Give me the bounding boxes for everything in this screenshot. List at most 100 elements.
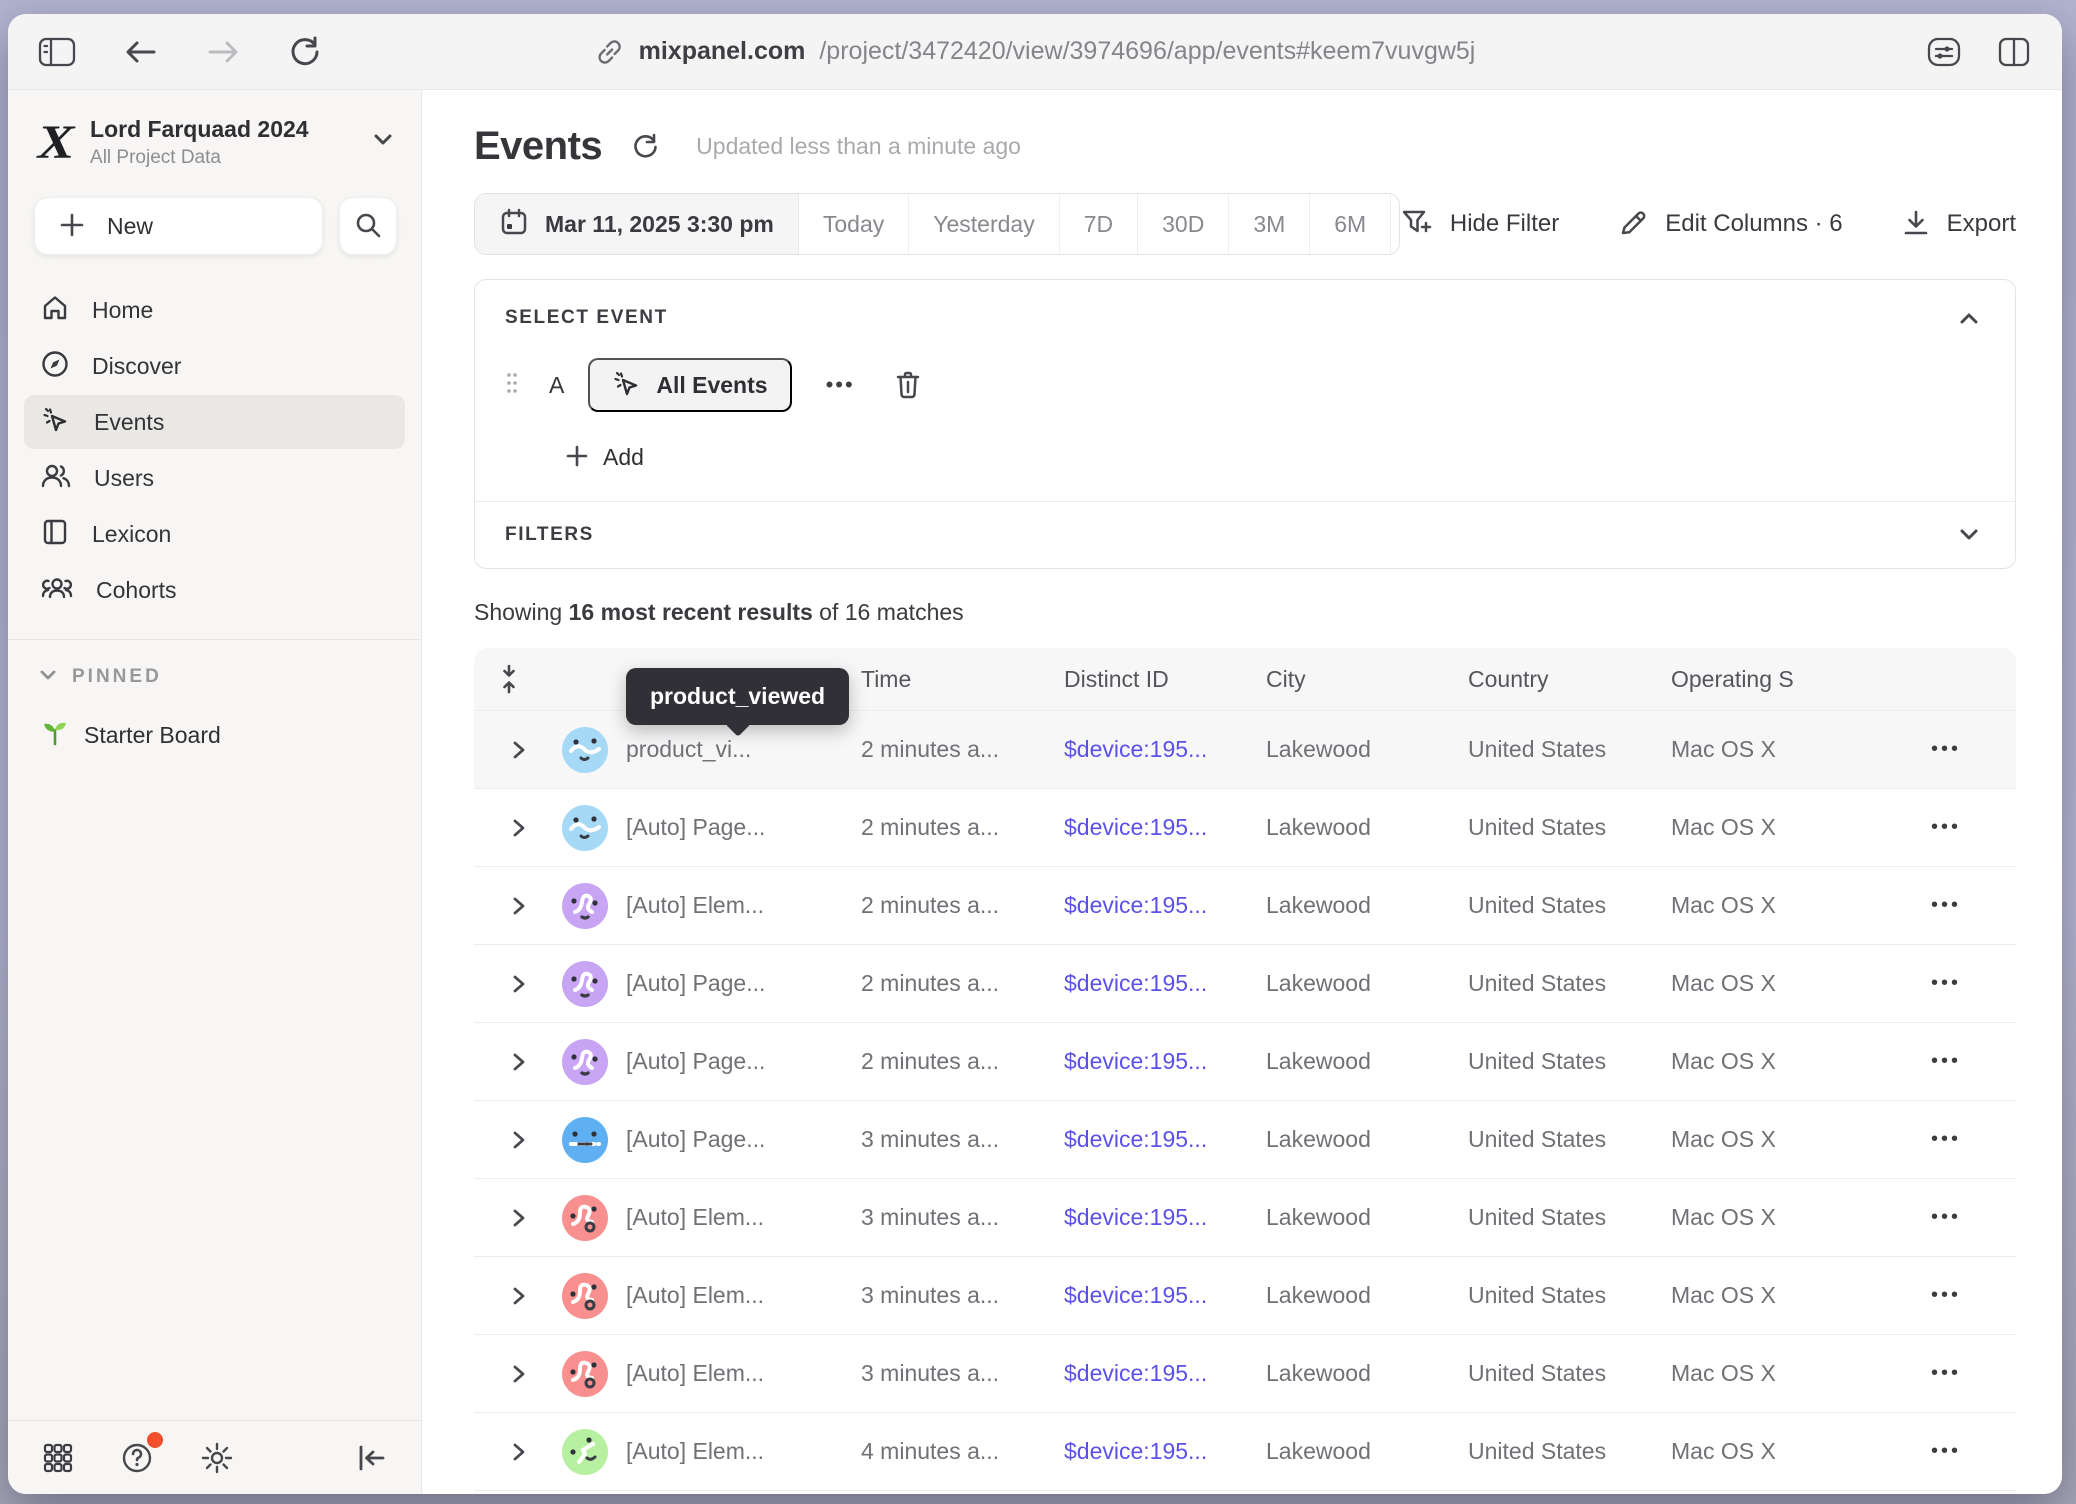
event-name-cell[interactable]: [Auto] Page... [626, 1126, 861, 1153]
distinct-id-link[interactable]: $device:195... [1064, 1048, 1266, 1075]
distinct-id-link[interactable]: $device:195... [1064, 736, 1266, 763]
table-row[interactable]: [Auto] Elem... 4 minutes a... $device:19… [474, 1412, 2016, 1490]
date-picker[interactable]: Mar 11, 2025 3:30 pm [475, 194, 799, 254]
split-view-icon[interactable] [1992, 32, 2036, 72]
sidebar-item-events[interactable]: Events [24, 395, 405, 449]
new-button[interactable]: New [34, 197, 323, 255]
table-row[interactable]: [Auto] Elem... 3 minutes a... $device:19… [474, 1334, 2016, 1412]
expand-row-chevron-icon[interactable] [474, 1440, 544, 1464]
collapse-sidebar-icon[interactable] [351, 1440, 391, 1476]
event-selector-chip[interactable]: All Events [588, 358, 791, 412]
column-header-country[interactable]: Country [1468, 666, 1671, 693]
search-button[interactable] [339, 197, 397, 255]
export-button[interactable]: Export [1901, 208, 2016, 241]
expand-row-chevron-icon[interactable] [474, 738, 544, 762]
row-more-options-icon[interactable]: ••• [1876, 1206, 2016, 1229]
table-row[interactable]: [Auto] Page... 2 minutes a... $device:19… [474, 788, 2016, 866]
preset-30d[interactable]: 30D [1138, 194, 1229, 254]
sidebar-item-lexicon[interactable]: Lexicon [24, 507, 405, 561]
drag-handle-icon[interactable] [505, 370, 519, 401]
distinct-id-link[interactable]: $device:195... [1064, 1204, 1266, 1231]
row-more-options-icon[interactable]: ••• [1876, 1440, 2016, 1463]
row-more-options-icon[interactable]: ••• [1876, 972, 2016, 995]
sidebar-item-home[interactable]: Home [24, 283, 405, 337]
filters-heading: FILTERS [505, 524, 594, 546]
expand-row-chevron-icon[interactable] [474, 1128, 544, 1152]
event-name-cell[interactable]: [Auto] Elem... [626, 1282, 861, 1309]
event-name-cell[interactable]: [Auto] Page... [626, 1048, 861, 1075]
event-name-cell[interactable]: [Auto] Elem... [626, 892, 861, 919]
apps-grid-icon[interactable] [38, 1438, 78, 1478]
project-switcher[interactable]: X Lord Farquaad 2024 All Project Data [8, 90, 421, 179]
hide-filter-button[interactable]: Hide Filter [1400, 207, 1559, 242]
preset-yesterday[interactable]: Yesterday [909, 194, 1059, 254]
clause-more-options-icon[interactable]: ••• [816, 372, 865, 398]
event-name-cell[interactable]: product_vi... [626, 736, 861, 763]
table-row[interactable]: ••• [474, 1490, 2016, 1494]
column-header-city[interactable]: City [1266, 666, 1468, 693]
distinct-id-link[interactable]: $device:195... [1064, 814, 1266, 841]
seedling-icon [40, 718, 70, 753]
forward-icon[interactable] [202, 34, 244, 70]
distinct-id-link[interactable]: $device:195... [1064, 1126, 1266, 1153]
event-name-cell[interactable]: [Auto] Elem... [626, 1360, 861, 1387]
sidebar-toggle-icon[interactable] [34, 32, 80, 72]
table-row[interactable]: [Auto] Page... 2 minutes a... $device:19… [474, 1022, 2016, 1100]
distinct-id-link[interactable]: $device:195... [1064, 1360, 1266, 1387]
expand-row-chevron-icon[interactable] [474, 1284, 544, 1308]
table-row[interactable]: [Auto] Elem... 3 minutes a... $device:19… [474, 1256, 2016, 1334]
reader-sliders-icon[interactable] [1922, 32, 1966, 72]
add-event-button[interactable]: Add [565, 444, 644, 471]
address-bar[interactable]: mixpanel.com/project/3472420/view/397469… [595, 37, 1476, 67]
table-row[interactable]: [Auto] Elem... 3 minutes a... $device:19… [474, 1178, 2016, 1256]
distinct-id-link[interactable]: $device:195... [1064, 1282, 1266, 1309]
collapse-section-chevron-up-icon[interactable] [1953, 306, 1985, 330]
row-more-options-icon[interactable]: ••• [1876, 1284, 2016, 1307]
row-more-options-icon[interactable]: ••• [1876, 894, 2016, 917]
distinct-id-link[interactable]: $device:195... [1064, 1438, 1266, 1465]
distinct-id-link[interactable]: $device:195... [1064, 892, 1266, 919]
table-row[interactable]: [Auto] Elem... 2 minutes a... $device:19… [474, 866, 2016, 944]
edit-columns-button[interactable]: Edit Columns · 6 [1617, 207, 1842, 242]
event-name-cell[interactable]: [Auto] Elem... [626, 1438, 861, 1465]
column-header-os[interactable]: Operating S [1671, 666, 1876, 693]
distinct-id-link[interactable]: $device:195... [1064, 970, 1266, 997]
city-cell: Lakewood [1266, 1438, 1468, 1465]
sidebar-item-users[interactable]: Users [24, 451, 405, 505]
trash-icon[interactable] [889, 365, 927, 405]
column-header-distinct-id[interactable]: Distinct ID [1064, 666, 1266, 693]
settings-gear-icon[interactable] [196, 1437, 238, 1479]
sidebar-item-cohorts[interactable]: Cohorts [24, 563, 405, 617]
row-more-options-icon[interactable]: ••• [1876, 816, 2016, 839]
table-row[interactable]: [Auto] Page... 2 minutes a... $device:19… [474, 944, 2016, 1022]
expand-section-chevron-down-icon[interactable] [1953, 523, 1985, 547]
row-more-options-icon[interactable]: ••• [1876, 1050, 2016, 1073]
preset-today[interactable]: Today [799, 194, 909, 254]
city-cell: Lakewood [1266, 1282, 1468, 1309]
expand-row-chevron-icon[interactable] [474, 972, 544, 996]
expand-row-chevron-icon[interactable] [474, 1206, 544, 1230]
preset-12m[interactable]: 12M [1391, 194, 1400, 254]
event-name-cell[interactable]: [Auto] Page... [626, 814, 861, 841]
preset-7d[interactable]: 7D [1060, 194, 1138, 254]
pinned-section-toggle[interactable]: PINNED [8, 640, 421, 688]
sidebar-item-discover[interactable]: Discover [24, 339, 405, 393]
expand-row-chevron-icon[interactable] [474, 894, 544, 918]
expand-row-chevron-icon[interactable] [474, 1050, 544, 1074]
event-name-cell[interactable]: [Auto] Elem... [626, 1204, 861, 1231]
expand-row-chevron-icon[interactable] [474, 1362, 544, 1386]
event-name-cell[interactable]: [Auto] Page... [626, 970, 861, 997]
refresh-icon[interactable] [626, 128, 664, 166]
row-more-options-icon[interactable]: ••• [1876, 738, 2016, 761]
back-icon[interactable] [120, 34, 162, 70]
sidebar-item-starter-board[interactable]: Starter Board [8, 688, 421, 753]
table-row[interactable]: [Auto] Page... 3 minutes a... $device:19… [474, 1100, 2016, 1178]
preset-3m[interactable]: 3M [1229, 194, 1310, 254]
column-header-time[interactable]: Time [861, 666, 1064, 693]
row-more-options-icon[interactable]: ••• [1876, 1362, 2016, 1385]
expand-row-chevron-icon[interactable] [474, 816, 544, 840]
collapse-rows-icon[interactable] [494, 659, 524, 699]
preset-6m[interactable]: 6M [1310, 194, 1391, 254]
row-more-options-icon[interactable]: ••• [1876, 1128, 2016, 1151]
reload-icon[interactable] [284, 31, 326, 73]
